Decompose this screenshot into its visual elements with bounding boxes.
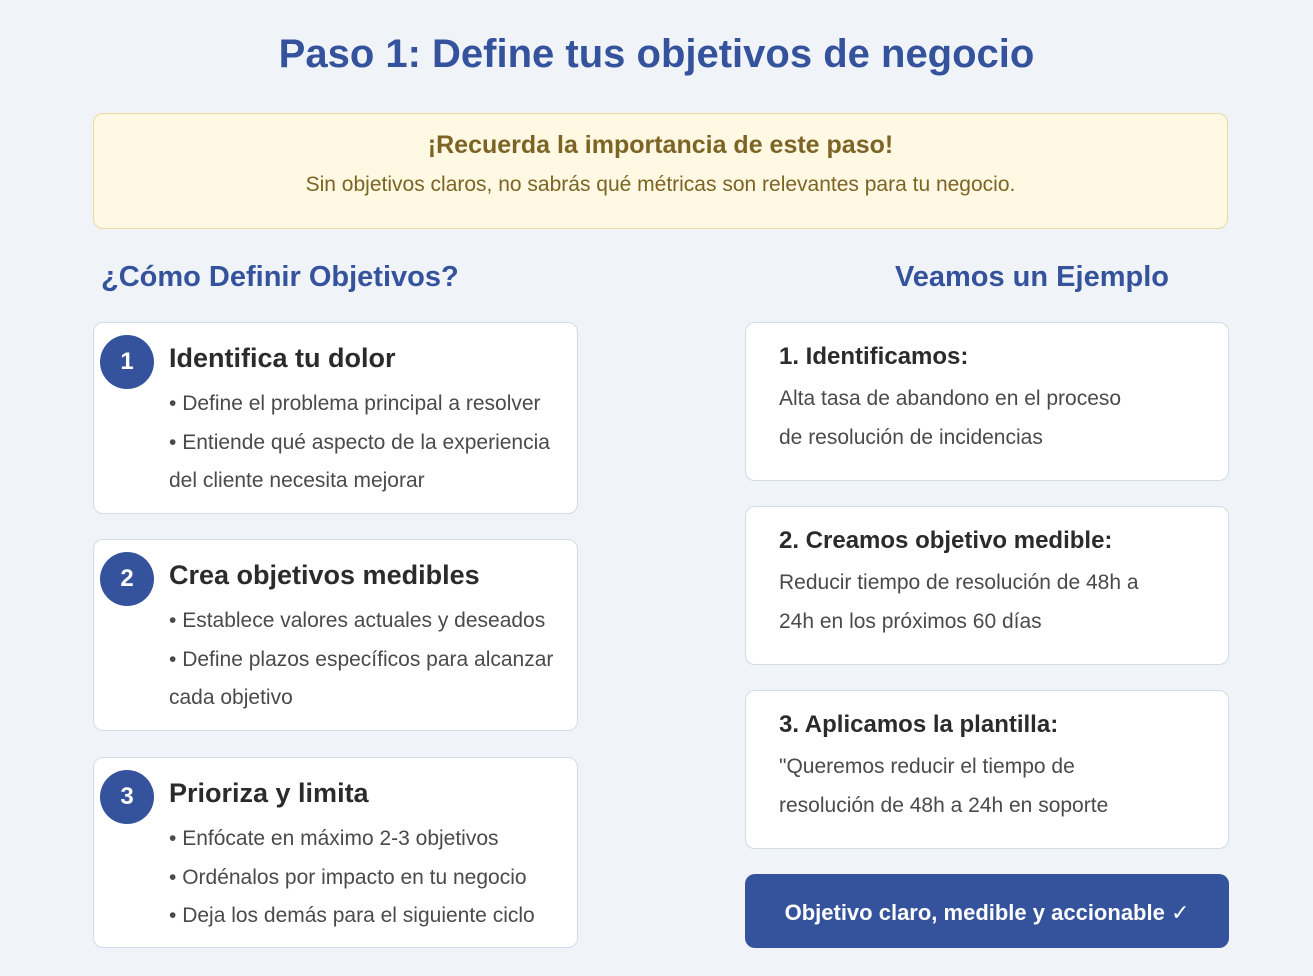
example-card-1: 1. Identificamos: Alta tasa de abandono … — [745, 322, 1229, 481]
example-card-3: 3. Aplicamos la plantilla: "Queremos red… — [745, 690, 1229, 849]
example-card-title: 1. Identificamos: — [779, 343, 969, 370]
step-title: Identifica tu dolor — [169, 343, 396, 373]
example-card-text: "Queremos reducir el tiempo de resolució… — [779, 755, 1109, 817]
step-number-badge: 3 — [100, 770, 154, 824]
step-bullet: Define el problema principal a resolver — [169, 385, 567, 424]
how-to-heading: ¿Cómo Definir Objetivos? — [101, 261, 459, 293]
step-card-3: 3 Prioriza y limita Enfócate en máximo 2… — [93, 757, 578, 948]
example-card-title: 2. Creamos objetivo medible: — [779, 527, 1113, 554]
reminder-text: Sin objetivos claros, no sabrás qué métr… — [305, 173, 1016, 196]
example-card-2: 2. Creamos objetivo medible: Reducir tie… — [745, 506, 1229, 665]
step-bullet: Deja los demás para el siguiente ciclo — [169, 897, 567, 936]
example-card-text: Alta tasa de abandono en el proceso de r… — [779, 387, 1122, 449]
step-card-2: 2 Crea objetivos medibles Establece valo… — [93, 539, 578, 731]
step-bullet: Define plazos específicos para alcanzar … — [169, 641, 567, 718]
reminder-callout: ¡Recuerda la importancia de este paso! S… — [93, 113, 1228, 229]
example-card-title: 3. Aplicamos la plantilla: — [779, 711, 1059, 738]
step-bullet: Ordénalos por impacto en tu negocio — [169, 859, 567, 898]
result-banner: Objetivo claro, medible y accionable ✓ — [745, 874, 1229, 948]
reminder-heading: ¡Recuerda la importancia de este paso! — [427, 131, 894, 159]
step-number-badge: 1 — [100, 335, 154, 389]
page-title: Paso 1: Define tus objetivos de negocio — [278, 32, 1035, 76]
step-bullet-list: Establece valores actuales y deseados De… — [169, 602, 567, 718]
step-bullet: Establece valores actuales y deseados — [169, 602, 567, 641]
example-card-text: Reducir tiempo de resolución de 48h a 24… — [779, 571, 1139, 633]
example-heading: Veamos un Ejemplo — [895, 261, 1169, 293]
step-bullet: Enfócate en máximo 2-3 objetivos — [169, 820, 567, 859]
step-bullet-list: Enfócate en máximo 2-3 objetivos Ordénal… — [169, 820, 567, 936]
step-bullet: Entiende qué aspecto de la experiencia d… — [169, 424, 567, 501]
step-bullet-list: Define el problema principal a resolver … — [169, 385, 567, 501]
step-title: Prioriza y limita — [169, 778, 369, 808]
step-title: Crea objetivos medibles — [169, 560, 480, 590]
step-card-1: 1 Identifica tu dolor Define el problema… — [93, 322, 578, 514]
step-number-badge: 2 — [100, 552, 154, 606]
